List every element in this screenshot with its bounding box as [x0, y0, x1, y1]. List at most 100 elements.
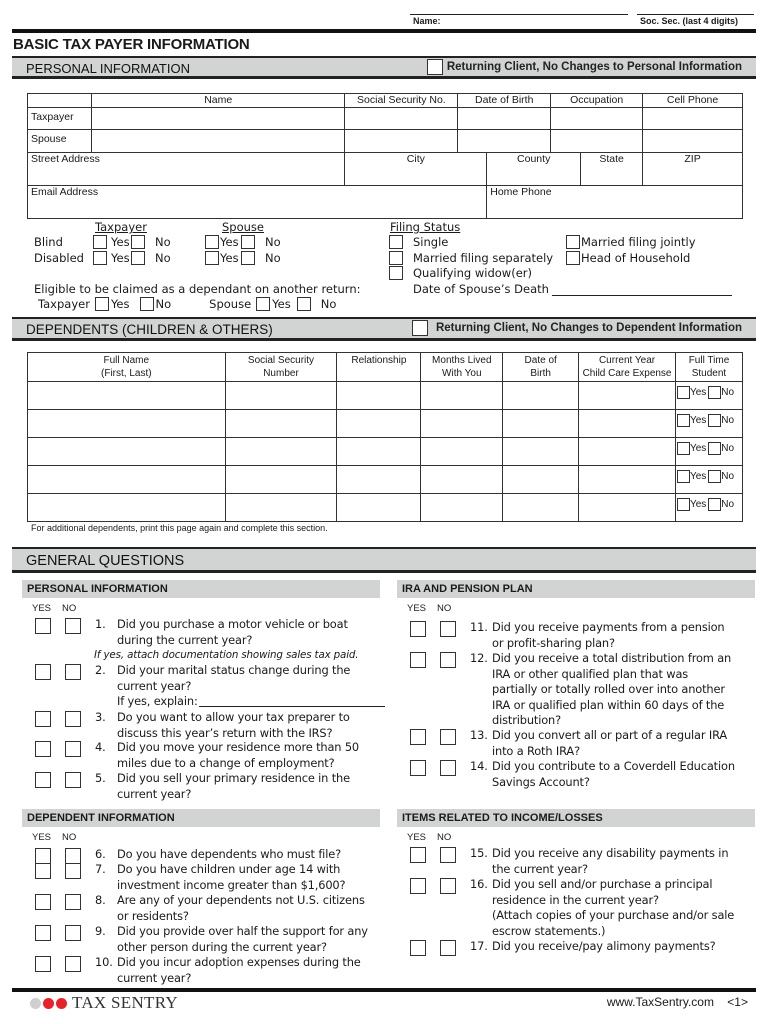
question-no-checkbox[interactable]	[440, 940, 456, 956]
question-yes-checkbox[interactable]	[410, 652, 426, 668]
question-no-checkbox[interactable]	[65, 772, 81, 788]
explain-field[interactable]	[198, 694, 385, 707]
ssn-field-line[interactable]	[637, 14, 754, 15]
dependent-dob-field[interactable]	[502, 493, 580, 522]
dependent-months-lived-field[interactable]	[420, 381, 504, 410]
taxpayer-occupation-field[interactable]	[550, 107, 644, 130]
spouse-ssn-field[interactable]	[344, 129, 459, 153]
taxpayer-cell-field[interactable]	[642, 107, 743, 130]
student-no-checkbox[interactable]	[708, 414, 722, 427]
question-yes-checkbox[interactable]	[35, 772, 51, 788]
dependent-ssn-field[interactable]	[224, 493, 338, 522]
taxpayer-dob-field[interactable]	[457, 107, 552, 130]
dependent-dob-field[interactable]	[502, 437, 580, 466]
question-no-checkbox[interactable]	[65, 925, 81, 941]
blind-taxpayer-no-checkbox[interactable]	[131, 235, 145, 249]
home-phone-field[interactable]: Home Phone	[486, 185, 743, 219]
spouse-death-date-field[interactable]	[551, 284, 732, 296]
question-yes-checkbox[interactable]	[410, 847, 426, 863]
question-no-checkbox[interactable]	[440, 847, 456, 863]
returning-client-dependents-checkbox[interactable]	[411, 320, 428, 336]
filing-married-separately[interactable]: Married filing separately	[389, 251, 553, 265]
student-yes-checkbox[interactable]	[676, 442, 690, 455]
question-no-checkbox[interactable]	[65, 741, 81, 757]
question-no-checkbox[interactable]	[440, 760, 456, 776]
question-yes-checkbox[interactable]	[35, 711, 51, 727]
zip-field[interactable]: ZIP	[642, 152, 743, 186]
website-link[interactable]: www.TaxSentry.com	[607, 995, 714, 1009]
blind-spouse-no-checkbox[interactable]	[241, 235, 255, 249]
filing-qualifying-widow-checkbox[interactable]	[389, 266, 403, 280]
disabled-taxpayer-yes-checkbox[interactable]	[93, 251, 107, 265]
dependent-name-field[interactable]	[27, 381, 226, 410]
question-no-checkbox[interactable]	[65, 863, 81, 879]
question-yes-checkbox[interactable]	[35, 894, 51, 910]
dependent-child-care-expense-field[interactable]	[578, 493, 676, 522]
question-yes-checkbox[interactable]	[35, 741, 51, 757]
dependent-relationship-field[interactable]	[336, 409, 422, 438]
question-no-checkbox[interactable]	[65, 956, 81, 972]
dependent-ssn-field[interactable]	[224, 465, 338, 494]
filing-married-jointly-checkbox[interactable]	[566, 235, 580, 249]
filing-married-separately-checkbox[interactable]	[389, 251, 403, 265]
disabled-taxpayer-no-checkbox[interactable]	[131, 251, 145, 265]
eligible-spouse-yes-checkbox[interactable]	[256, 297, 271, 311]
dependent-name-field[interactable]	[27, 465, 226, 494]
question-no-checkbox[interactable]	[440, 878, 456, 894]
returning-client-personal-checkbox[interactable]	[426, 59, 443, 75]
dependent-months-lived-field[interactable]	[420, 437, 504, 466]
filing-married-jointly[interactable]: Married filing jointly	[566, 235, 696, 249]
eligible-spouse-no-checkbox[interactable]	[296, 297, 311, 311]
dependent-child-care-expense-field[interactable]	[578, 465, 676, 494]
dependent-child-care-expense-field[interactable]	[578, 437, 676, 466]
question-yes-checkbox[interactable]	[35, 618, 51, 634]
question-no-checkbox[interactable]	[65, 711, 81, 727]
filing-qualifying-widow[interactable]: Qualifying widow(er)	[389, 266, 532, 280]
dependent-months-lived-field[interactable]	[420, 493, 504, 522]
returning-client-dependents[interactable]: Returning Client, No Changes to Dependen…	[411, 320, 742, 336]
dependent-child-care-expense-field[interactable]	[578, 409, 676, 438]
eligible-taxpayer-no-checkbox[interactable]	[139, 297, 154, 311]
student-yes-checkbox[interactable]	[676, 470, 690, 483]
question-yes-checkbox[interactable]	[35, 863, 51, 879]
dependent-relationship-field[interactable]	[336, 493, 422, 522]
disabled-spouse-yes-checkbox[interactable]	[205, 251, 219, 265]
taxpayer-ssn-field[interactable]	[344, 107, 459, 130]
spouse-name-field[interactable]	[90, 129, 346, 153]
dependent-dob-field[interactable]	[502, 465, 580, 494]
question-yes-checkbox[interactable]	[410, 729, 426, 745]
spouse-cell-field[interactable]	[642, 129, 743, 153]
blind-spouse-yes-checkbox[interactable]	[205, 235, 219, 249]
student-no-checkbox[interactable]	[708, 498, 722, 511]
student-no-checkbox[interactable]	[708, 442, 722, 455]
question-no-checkbox[interactable]	[440, 729, 456, 745]
question-yes-checkbox[interactable]	[410, 760, 426, 776]
name-field-line[interactable]	[410, 14, 628, 15]
disabled-spouse-no-checkbox[interactable]	[241, 251, 255, 265]
email-field[interactable]: Email Address	[26, 185, 488, 219]
question-yes-checkbox[interactable]	[35, 956, 51, 972]
filing-single-checkbox[interactable]	[389, 235, 403, 249]
question-yes-checkbox[interactable]	[410, 878, 426, 894]
city-field[interactable]: City	[344, 152, 488, 186]
street-address-field[interactable]: Street Address	[26, 152, 346, 186]
state-field[interactable]: State	[580, 152, 644, 186]
question-yes-checkbox[interactable]	[35, 664, 51, 680]
dependent-name-field[interactable]	[27, 493, 226, 522]
question-no-checkbox[interactable]	[65, 894, 81, 910]
student-no-checkbox[interactable]	[708, 470, 722, 483]
filing-head-of-household-checkbox[interactable]	[566, 251, 580, 265]
question-no-checkbox[interactable]	[440, 621, 456, 637]
student-no-checkbox[interactable]	[708, 386, 722, 399]
returning-client-personal[interactable]: Returning Client, No Changes to Personal…	[426, 59, 742, 75]
question-yes-checkbox[interactable]	[35, 925, 51, 941]
question-no-checkbox[interactable]	[65, 618, 81, 634]
question-yes-checkbox[interactable]	[410, 940, 426, 956]
dependent-ssn-field[interactable]	[224, 381, 338, 410]
dependent-months-lived-field[interactable]	[420, 465, 504, 494]
eligible-taxpayer-yes-checkbox[interactable]	[94, 297, 109, 311]
dependent-dob-field[interactable]	[502, 409, 580, 438]
question-no-checkbox[interactable]	[65, 664, 81, 680]
student-yes-checkbox[interactable]	[676, 414, 690, 427]
dependent-ssn-field[interactable]	[224, 409, 338, 438]
